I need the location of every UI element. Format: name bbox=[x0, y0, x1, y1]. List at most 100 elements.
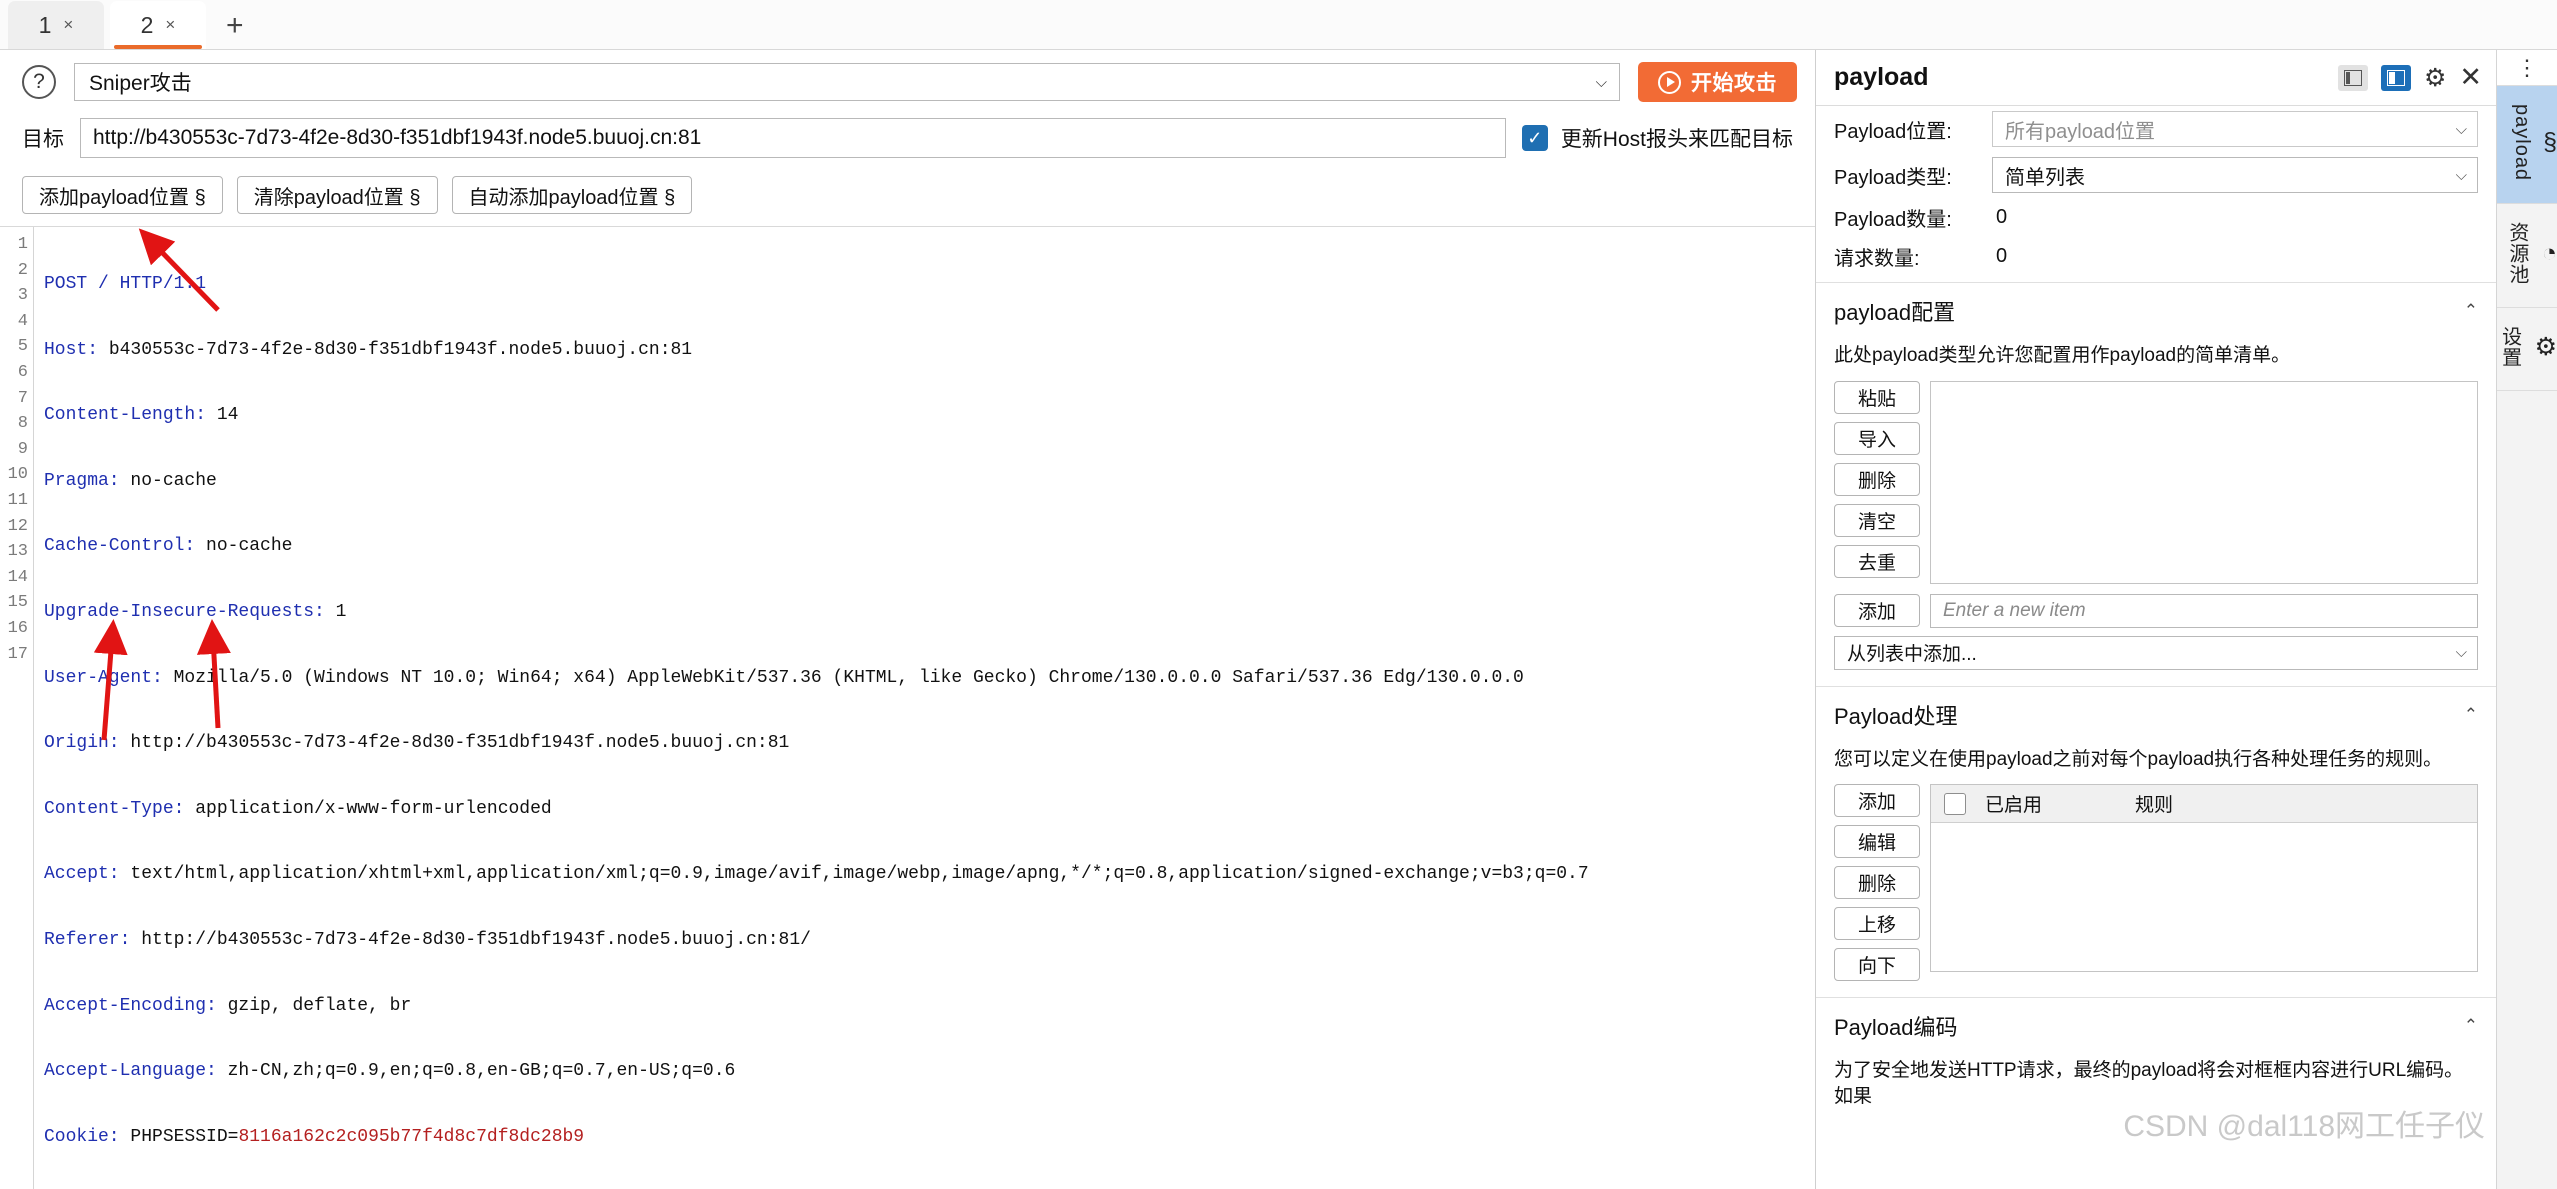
request-line: Cache-Control: no-cache bbox=[44, 534, 1815, 560]
chevron-up-icon[interactable]: ⌃ bbox=[2464, 1016, 2478, 1036]
request-line-value: 14 bbox=[206, 405, 239, 426]
rule-add-button[interactable]: 添加 bbox=[1834, 784, 1920, 818]
request-line: Host: b430553c-7d73-4f2e-8d30-f351dbf194… bbox=[44, 338, 1815, 364]
new-item-input[interactable]: Enter a new item bbox=[1930, 593, 2478, 628]
rail-item-payload[interactable]: § payload bbox=[2497, 86, 2557, 205]
request-count-label: 请求数量: bbox=[1834, 248, 1920, 270]
rule-edit-button[interactable]: 编辑 bbox=[1834, 825, 1920, 859]
payload-count-label: Payload数量: bbox=[1834, 209, 1952, 231]
start-attack-button[interactable]: 开始攻击 bbox=[1638, 62, 1797, 102]
tab-1-close-icon[interactable]: × bbox=[63, 15, 73, 35]
update-host-label: 更新Host报头来匹配目标 bbox=[1560, 128, 1793, 151]
payload-processing-body: 添加 编辑 删除 上移 向下 已启用 规则 bbox=[1816, 784, 2496, 991]
chevron-up-icon[interactable]: ⌃ bbox=[2464, 705, 2478, 725]
clear-payload-position-button[interactable]: 清除payload位置 § bbox=[236, 176, 438, 214]
rail-item-resource-pool[interactable]: ◔ 资源池 bbox=[2497, 204, 2557, 309]
layout-single-icon[interactable] bbox=[2337, 64, 2368, 91]
add-payload-button[interactable]: 添加 bbox=[1834, 593, 1920, 627]
payload-list[interactable] bbox=[1930, 380, 2478, 584]
request-line-value: no-cache bbox=[119, 470, 217, 491]
add-tab-icon[interactable]: + bbox=[212, 9, 258, 43]
new-item-placeholder: Enter a new item bbox=[1943, 599, 2086, 621]
request-line-name: Upgrade-Insecure-Requests: bbox=[44, 601, 325, 622]
gear-icon[interactable]: ⚙ bbox=[2424, 63, 2446, 93]
auto-add-payload-position-button[interactable]: 自动添加payload位置 § bbox=[451, 176, 693, 214]
payload-encoding-section-header[interactable]: Payload编码 ⌃ bbox=[1816, 997, 2496, 1052]
request-line-name: User-Agent: bbox=[44, 667, 163, 688]
attack-type-value: Sniper攻击 bbox=[89, 72, 192, 95]
request-line-name: Cookie: bbox=[44, 1126, 120, 1147]
payload-position-select[interactable]: 所有payload位置 ⌵ bbox=[1992, 111, 2478, 147]
payload-processing-section-header[interactable]: Payload处理 ⌃ bbox=[1816, 685, 2496, 741]
payload-position-field: Payload位置: 所有payload位置 ⌵ bbox=[1816, 106, 2496, 152]
line-number: 14 bbox=[7, 567, 28, 587]
start-attack-label: 开始攻击 bbox=[1691, 72, 1777, 95]
payload-processing-title: Payload处理 bbox=[1834, 703, 1958, 729]
request-editor[interactable]: 1 2 3 4 5 6 7 8 9 10 11 12 13 14 15 16 1 bbox=[0, 226, 1815, 1189]
tab-2-close-icon[interactable]: × bbox=[165, 15, 175, 35]
rule-move-up-button[interactable]: 上移 bbox=[1834, 907, 1920, 941]
line-number: 5 bbox=[17, 337, 28, 357]
tab-strip: 1 × 2 × + bbox=[0, 0, 2557, 50]
update-host-checkbox-wrap[interactable]: ✓ 更新Host报头来匹配目标 bbox=[1521, 123, 1797, 153]
request-line-value: zh-CN,zh;q=0.9,en;q=0.8,en-GB;q=0.7,en-U… bbox=[216, 1061, 736, 1082]
from-list-row: 从列表中添加... ⌵ bbox=[1816, 635, 2496, 680]
rail-item-settings[interactable]: ⚙ 设置 bbox=[2497, 308, 2557, 392]
attack-type-row: ? Sniper攻击 ⌵ 开始攻击 bbox=[0, 50, 1815, 112]
delete-button[interactable]: 删除 bbox=[1834, 462, 1920, 496]
request-code[interactable]: POST / HTTP/1.1 Host: b430553c-7d73-4f2e… bbox=[34, 227, 1815, 1189]
request-line-value: http://b430553c-7d73-4f2e-8d30-f351dbf19… bbox=[130, 929, 811, 950]
check-icon: ✓ bbox=[1527, 128, 1543, 148]
request-line-name: Host: bbox=[44, 339, 99, 360]
payload-type-field: Payload类型: 简单列表 ⌵ bbox=[1816, 152, 2496, 198]
rule-delete-button[interactable]: 删除 bbox=[1834, 866, 1920, 900]
line-number: 15 bbox=[7, 593, 28, 613]
rules-table[interactable]: 已启用 规则 bbox=[1930, 784, 2478, 973]
update-host-checkbox[interactable]: ✓ bbox=[1521, 125, 1548, 151]
tab-2[interactable]: 2 × bbox=[110, 1, 206, 49]
target-label: 目标 bbox=[22, 128, 64, 151]
rules-column-enabled: 已启用 bbox=[1985, 795, 2043, 817]
close-icon[interactable]: ✕ bbox=[2459, 62, 2482, 93]
intruder-window: 1 × 2 × + ? Sniper攻击 ⌵ 开始攻击 目标 http://b4… bbox=[0, 0, 2557, 1189]
rule-move-down-button[interactable]: 向下 bbox=[1834, 948, 1920, 982]
request-line-name: POST / HTTP/1.1 bbox=[44, 274, 207, 294]
line-number: 9 bbox=[17, 439, 28, 459]
help-icon[interactable]: ? bbox=[22, 65, 56, 99]
pie-chart-icon: ◔ bbox=[2541, 239, 2557, 268]
add-from-list-select[interactable]: 从列表中添加... ⌵ bbox=[1834, 635, 2478, 670]
paste-button[interactable]: 粘贴 bbox=[1834, 380, 1920, 414]
target-url-input[interactable]: http://b430553c-7d73-4f2e-8d30-f351dbf19… bbox=[80, 118, 1506, 158]
payload-add-row: 添加 Enter a new item bbox=[1816, 593, 2496, 636]
gear-icon: ⚙ bbox=[2534, 332, 2557, 361]
payload-processing-buttons: 添加 编辑 删除 上移 向下 bbox=[1834, 784, 1920, 982]
request-line: Content-Length: 14 bbox=[44, 403, 1815, 429]
line-number: 1 bbox=[17, 235, 28, 254]
payload-type-select[interactable]: 简单列表 ⌵ bbox=[1992, 157, 2478, 193]
payload-panel-header: payload ⚙ ✕ bbox=[1816, 50, 2496, 106]
attack-type-select[interactable]: Sniper攻击 ⌵ bbox=[74, 63, 1620, 101]
layout-split-icon[interactable] bbox=[2380, 64, 2411, 91]
payload-position-buttons: 添加payload位置 § 清除payload位置 § 自动添加payload位… bbox=[0, 172, 1815, 226]
payload-config-section-header[interactable]: payload配置 ⌃ bbox=[1816, 282, 2496, 337]
dedupe-button[interactable]: 去重 bbox=[1834, 544, 1920, 578]
payload-add-button-col: 添加 bbox=[1834, 593, 1920, 628]
rail-overflow-icon[interactable]: ⋮ bbox=[2497, 50, 2557, 86]
payload-processing-desc: 您可以定义在使用payload之前对每个payload执行各种处理任务的规则。 bbox=[1834, 748, 2443, 770]
request-line-name: Origin: bbox=[44, 733, 120, 754]
rules-select-all-checkbox[interactable] bbox=[1931, 792, 1979, 815]
tab-1[interactable]: 1 × bbox=[8, 1, 104, 49]
request-line-value: 1 bbox=[324, 601, 347, 622]
line-number: 7 bbox=[17, 388, 28, 408]
add-payload-position-button[interactable]: 添加payload位置 § bbox=[22, 176, 223, 214]
payload-count-value: 0 bbox=[1996, 206, 2008, 228]
request-line-value: application/x-www-form-urlencoded bbox=[184, 798, 552, 819]
chevron-up-icon[interactable]: ⌃ bbox=[2464, 301, 2478, 321]
import-button[interactable]: 导入 bbox=[1834, 421, 1920, 455]
request-line-name: Accept-Encoding: bbox=[44, 995, 217, 1016]
body-split: ? Sniper攻击 ⌵ 开始攻击 目标 http://b430553c-7d7… bbox=[0, 50, 2557, 1189]
request-line: Origin: http://b430553c-7d73-4f2e-8d30-f… bbox=[44, 731, 1815, 757]
request-line: Cookie: PHPSESSID=8116a162c2c095b77f4d8c… bbox=[44, 1125, 1815, 1151]
clear-button[interactable]: 清空 bbox=[1834, 503, 1920, 537]
request-line-value: no-cache bbox=[195, 536, 293, 557]
